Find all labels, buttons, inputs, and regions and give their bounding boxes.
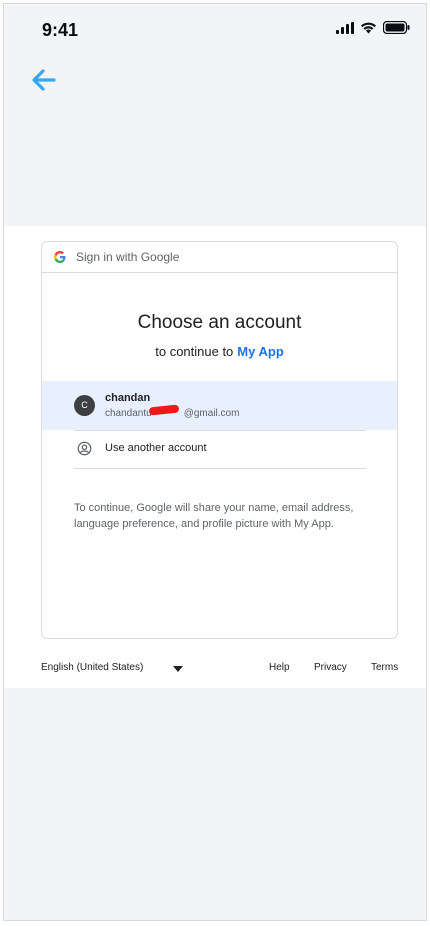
arrow-left-icon bbox=[32, 69, 56, 91]
account-chooser-card: Sign in with Google Choose an account to… bbox=[41, 241, 398, 639]
app-name-link[interactable]: My App bbox=[237, 344, 283, 359]
status-bar: 9:41 bbox=[4, 4, 428, 56]
subheading-prefix: to continue to bbox=[155, 344, 234, 359]
google-logo-icon bbox=[54, 251, 66, 263]
consent-notice: To continue, Google will share your name… bbox=[74, 502, 354, 530]
account-name: chandan bbox=[105, 392, 151, 404]
use-another-account-label: Use another account bbox=[105, 442, 207, 454]
account-circle-icon bbox=[77, 441, 92, 461]
phone-screen: 9:41 Sign in with Google Choose an accou… bbox=[3, 3, 427, 921]
card-header: Sign in with Google bbox=[42, 242, 397, 273]
divider bbox=[74, 430, 366, 431]
terms-link[interactable]: Terms bbox=[371, 662, 398, 673]
account-row-chandan[interactable]: C chandan chandantu @gmail.com bbox=[42, 381, 397, 430]
help-link[interactable]: Help bbox=[269, 662, 290, 673]
dropdown-caret-icon[interactable] bbox=[173, 664, 183, 675]
privacy-link[interactable]: Privacy bbox=[314, 662, 347, 673]
subheading: to continue to My App bbox=[42, 344, 397, 359]
back-button[interactable] bbox=[30, 66, 58, 94]
account-email-prefix: chandantu bbox=[105, 408, 152, 419]
footer: English (United States) Help Privacy Ter… bbox=[41, 662, 398, 680]
divider bbox=[74, 468, 366, 469]
battery-icon bbox=[383, 21, 410, 34]
status-time: 9:41 bbox=[42, 20, 79, 40]
card-header-title: Sign in with Google bbox=[76, 250, 180, 264]
google-signin-sheet: Sign in with Google Choose an account to… bbox=[4, 226, 426, 688]
use-another-account-button[interactable]: Use another account bbox=[42, 432, 397, 468]
status-icons bbox=[336, 21, 410, 34]
wifi-icon bbox=[361, 22, 376, 34]
account-email-suffix: @gmail.com bbox=[183, 408, 240, 419]
language-select[interactable]: English (United States) bbox=[41, 662, 143, 673]
avatar: C bbox=[74, 395, 95, 416]
cellular-signal-icon bbox=[336, 21, 354, 34]
page-title: Choose an account bbox=[137, 312, 302, 333]
